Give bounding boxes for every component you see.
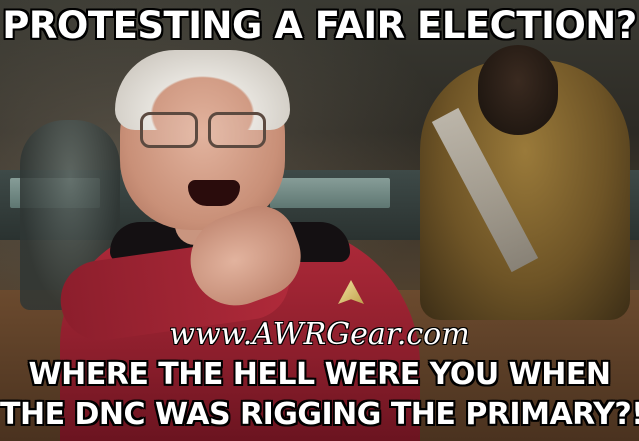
watermark-url: www.AWRGear.com — [169, 317, 470, 352]
bridge-screen — [270, 178, 390, 208]
bottom-caption-line-2: THE DNC WAS RIGGING THE PRIMARY?! — [0, 397, 639, 432]
meme-image: PROTESTING A FAIR ELECTION? www.AWRGear.… — [0, 0, 639, 441]
bottom-caption-line-1: WHERE THE HELL WERE YOU WHEN — [28, 357, 611, 392]
background-figure-head — [478, 45, 558, 135]
glasses — [140, 112, 270, 148]
glasses-lens-left — [140, 112, 198, 148]
open-mouth — [188, 180, 240, 206]
glasses-lens-right — [208, 112, 266, 148]
top-caption: PROTESTING A FAIR ELECTION? — [2, 4, 637, 47]
